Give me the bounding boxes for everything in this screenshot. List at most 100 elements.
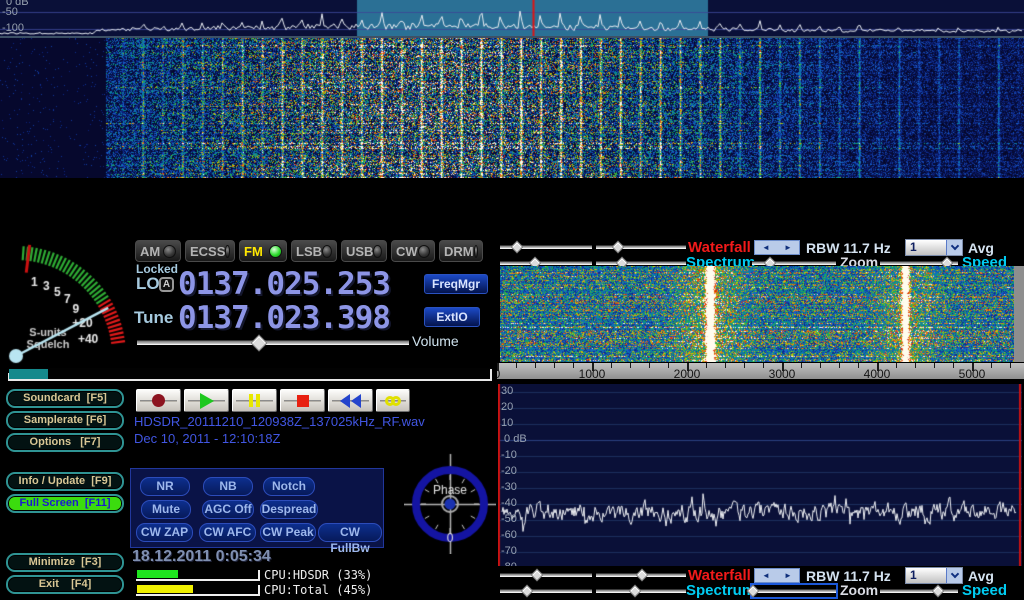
- avg-dropdown-2[interactable]: 1: [905, 567, 963, 584]
- loop-button[interactable]: [376, 389, 410, 412]
- volume-label: Volume: [412, 333, 459, 349]
- mode-led-icon: [225, 245, 230, 258]
- cw-fullbw-button[interactable]: CW FullBw: [318, 523, 382, 542]
- mode-button-lsb[interactable]: LSB: [290, 239, 338, 263]
- stop-button[interactable]: [280, 389, 325, 412]
- slider-track: [500, 589, 592, 593]
- waterfall-brightness-slider-2[interactable]: [500, 569, 592, 581]
- audio-spectrum-display[interactable]: [498, 384, 1022, 566]
- spin-right-icon[interactable]: ►: [784, 571, 792, 580]
- waterfall-contrast-slider-2[interactable]: [596, 569, 686, 581]
- samplerate-button[interactable]: Samplerate [F6]: [6, 411, 124, 430]
- audio-db-label: -30: [501, 481, 517, 493]
- s-meter[interactable]: [2, 238, 132, 366]
- mode-button-usb[interactable]: USB: [340, 239, 388, 263]
- tune-frequency-display[interactable]: 0137.023.398: [178, 300, 390, 336]
- cpu-hdsdr-fill: [137, 570, 178, 578]
- info-update-button[interactable]: Info / Update [F9]: [6, 472, 124, 491]
- datetime-display: 18.12.2011 0:05:34: [132, 548, 271, 566]
- rbw-spinner[interactable]: ◄►: [754, 240, 800, 255]
- zoom-slider-2[interactable]: [752, 585, 836, 597]
- despread-button[interactable]: Despread: [260, 500, 318, 519]
- avg-dropdown-value: 1: [906, 240, 946, 255]
- fullscreen-button[interactable]: Full Screen [F11]: [6, 494, 124, 513]
- speed-slider-2[interactable]: [880, 585, 958, 597]
- mode-label: LSB: [296, 244, 322, 259]
- extio-button[interactable]: ExtIO: [424, 307, 480, 327]
- ruler-tick: [611, 363, 612, 368]
- freqmgr-button[interactable]: FreqMgr: [424, 274, 488, 294]
- spin-right-icon[interactable]: ►: [784, 243, 792, 252]
- mode-label: ECSS: [190, 244, 225, 259]
- cw-afc-button[interactable]: CW AFC: [199, 523, 256, 542]
- slider-track: [500, 573, 592, 577]
- mode-label: CW: [396, 244, 418, 259]
- mode-button-am[interactable]: AM: [134, 239, 182, 263]
- mode-button-drm[interactable]: DRM: [438, 239, 484, 263]
- nr-button[interactable]: NR: [140, 477, 190, 496]
- play-button[interactable]: [184, 389, 229, 412]
- cpu-hdsdr-bar: [136, 569, 260, 581]
- pause-button[interactable]: [232, 389, 277, 412]
- soundcard-button[interactable]: Soundcard [F5]: [6, 389, 124, 408]
- mode-button-ecss[interactable]: ECSS: [184, 239, 236, 263]
- mute-button[interactable]: Mute: [141, 500, 191, 519]
- slider-track: [880, 589, 958, 593]
- slider-thumb[interactable]: [510, 241, 523, 254]
- avg-dropdown-value: 1: [906, 568, 946, 583]
- mode-button-fm[interactable]: FM: [238, 239, 288, 263]
- rbw-spinner-2[interactable]: ◄►: [754, 568, 800, 583]
- waterfall-right-gutter: [1014, 266, 1024, 362]
- audio-spectrum-panel[interactable]: 302010 0 dB-10-20-30-40-50-60-70-80: [498, 384, 1022, 566]
- slider-thumb[interactable]: [530, 569, 543, 582]
- agc-off-button[interactable]: AGC Off: [202, 500, 254, 519]
- audio-waterfall-display[interactable]: [500, 266, 1014, 362]
- lo-label: LO: [136, 274, 160, 294]
- options-button[interactable]: Options [F7]: [6, 433, 124, 452]
- cw-peak-button[interactable]: CW Peak: [260, 523, 316, 542]
- spin-left-icon[interactable]: ◄: [762, 571, 770, 580]
- waterfall-brightness-slider[interactable]: [500, 241, 592, 253]
- playback-progress-bar[interactable]: [8, 368, 492, 381]
- slider-thumb[interactable]: [628, 585, 641, 598]
- rewind-button[interactable]: [328, 389, 373, 412]
- waterfall-contrast-slider[interactable]: [596, 241, 686, 253]
- mode-led-icon: [322, 245, 332, 258]
- minimize-button[interactable]: Minimize [F3]: [6, 553, 124, 572]
- spectrum-offset-slider-2[interactable]: [596, 585, 686, 597]
- audio-db-label: -70: [501, 545, 517, 557]
- slider-thumb[interactable]: [251, 335, 268, 352]
- slider-thumb[interactable]: [931, 585, 944, 598]
- record-button[interactable]: [136, 389, 181, 412]
- chevron-down-icon[interactable]: [946, 240, 962, 255]
- slider-track: [752, 589, 836, 593]
- nb-button[interactable]: NB: [203, 477, 253, 496]
- volume-slider[interactable]: [137, 335, 409, 349]
- lo-frequency-display[interactable]: 0137.025.253: [178, 266, 390, 302]
- cw-zap-button[interactable]: CW ZAP: [136, 523, 193, 542]
- spin-left-icon[interactable]: ◄: [762, 243, 770, 252]
- ruler-tick: [934, 363, 935, 368]
- mode-button-cw[interactable]: CW: [390, 239, 436, 263]
- ruler-label: 0: [497, 367, 500, 380]
- slider-track: [500, 261, 592, 265]
- stop-icon: [297, 395, 309, 407]
- rf-spectrum-display[interactable]: [0, 0, 1024, 36]
- rf-db-label-100: -100: [2, 22, 24, 34]
- audio-frequency-ruler[interactable]: 010002000300040005000: [497, 362, 1024, 380]
- lo-auto-badge[interactable]: A: [159, 277, 174, 292]
- ruler-tick: [744, 363, 745, 368]
- exit-button[interactable]: Exit [F4]: [6, 575, 124, 594]
- notch-button[interactable]: Notch: [263, 477, 315, 496]
- spectrum-range-slider-2[interactable]: [500, 585, 592, 597]
- slider-thumb[interactable]: [636, 569, 649, 582]
- slider-thumb[interactable]: [611, 241, 624, 254]
- chevron-down-icon[interactable]: [946, 568, 962, 583]
- rf-spectrum-panel[interactable]: 0 dB -50 -100: [0, 0, 1024, 38]
- spectrum-label-2[interactable]: Spectrum: [686, 582, 755, 599]
- phase-dial[interactable]: [404, 452, 496, 554]
- avg-dropdown[interactable]: 1: [905, 239, 963, 256]
- audio-db-label: -60: [501, 529, 517, 541]
- ruler-tick: [706, 363, 707, 368]
- slider-thumb[interactable]: [520, 585, 533, 598]
